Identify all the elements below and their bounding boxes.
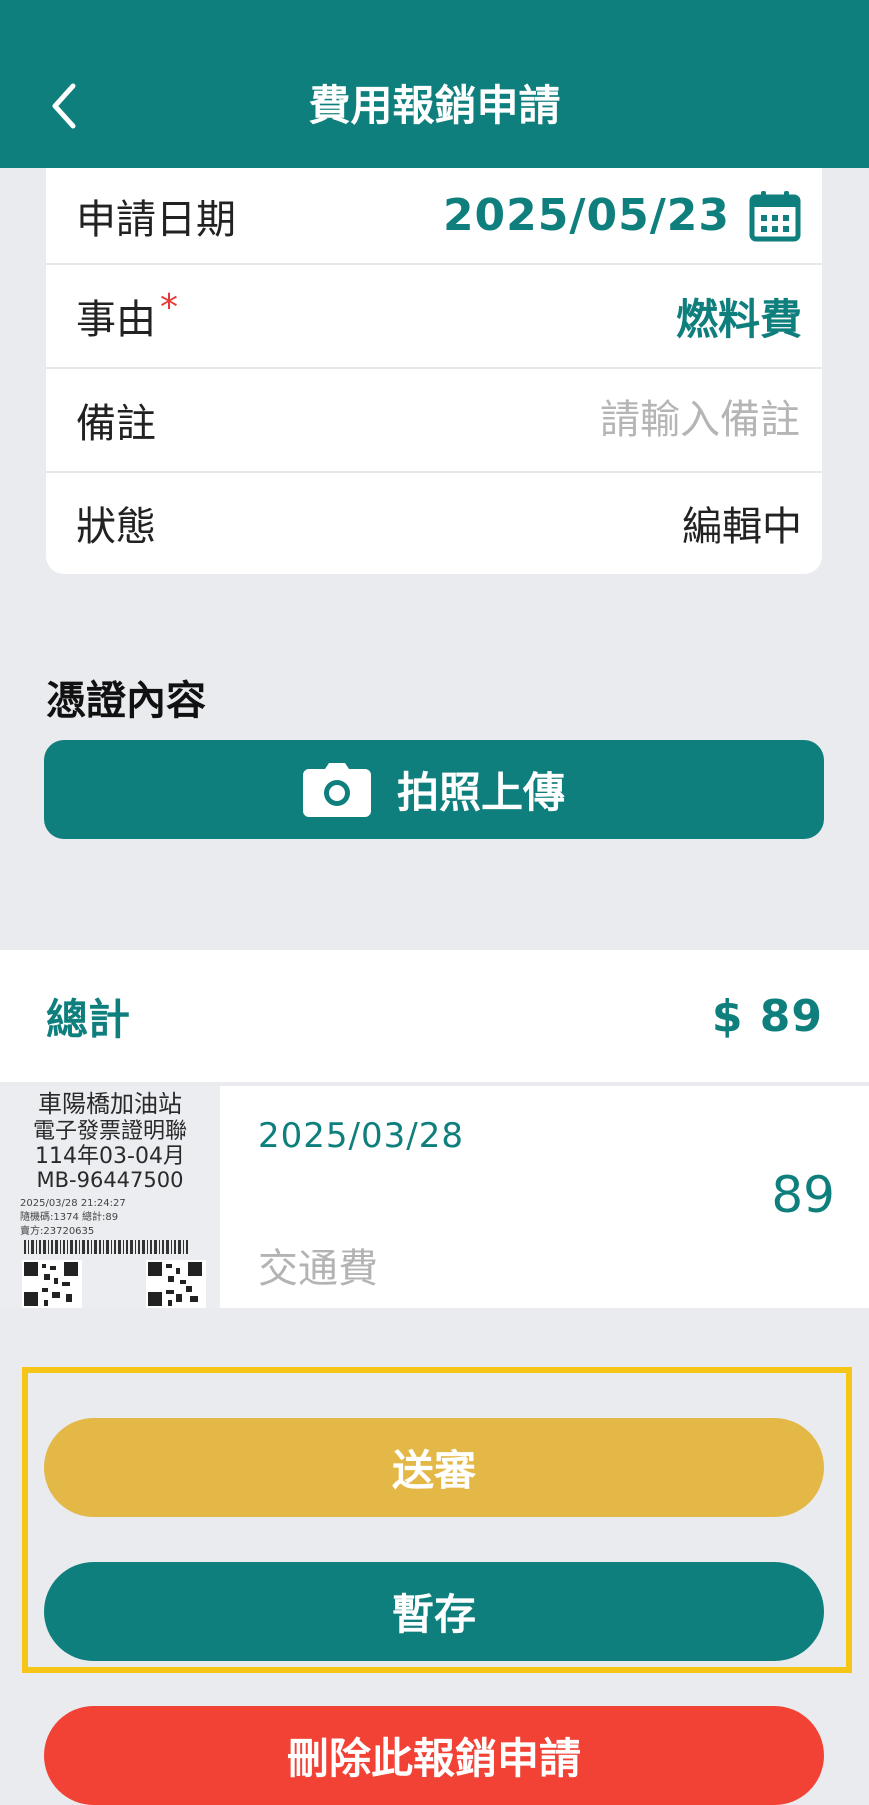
reason-label: 事由 * <box>76 287 178 343</box>
calendar-icon[interactable] <box>748 189 802 243</box>
required-mark: * <box>160 287 178 328</box>
date-row[interactable]: 申請日期 2025/05/23 <box>46 168 822 265</box>
receipt-image: 車陽橋加油站 電子發票證明聯 114年03-04月 MB-96447500 20… <box>0 1086 220 1308</box>
application-info-card: 申請日期 2025/05/23 事由* 燃料費 備註 狀態 編輯中 <box>46 168 822 574</box>
total-summary: 總計 $ 89 <box>0 950 869 1082</box>
receipt-thumbnail[interactable]: 車陽橋加油站 電子發票證明聯 114年03-04月 MB-96447500 20… <box>0 1086 220 1308</box>
status-value: 編輯中 <box>682 503 802 550</box>
item-amount: 89 <box>771 1166 835 1224</box>
svg-text:114年03-04月: 114年03-04月 <box>35 1144 185 1169</box>
photo-upload-label: 拍照上傳 <box>396 768 565 817</box>
svg-text:2025/03/28 21:24:27: 2025/03/28 21:24:27 <box>20 1198 126 1209</box>
svg-text:賣方:23720635: 賣方:23720635 <box>20 1224 94 1237</box>
svg-text:車陽橋加油站: 車陽橋加油站 <box>38 1090 182 1118</box>
page-title: 費用報銷申請 <box>308 81 561 130</box>
date-value[interactable]: 2025/05/23 <box>443 190 730 241</box>
status-label: 狀態 <box>76 503 156 550</box>
photo-upload-button[interactable]: 拍照上傳 <box>44 740 824 839</box>
camera-icon <box>302 762 371 817</box>
reason-row[interactable]: 事由 * 燃料費 <box>46 265 822 369</box>
status-row: 狀態 編輯中 <box>46 473 822 572</box>
note-label: 備註 <box>76 401 156 447</box>
svg-text:MB-96447500: MB-96447500 <box>37 1168 184 1192</box>
save-draft-button[interactable]: 暫存 <box>44 1562 824 1661</box>
item-date: 2025/03/28 <box>258 1116 464 1156</box>
item-category: 交通費 <box>258 1246 378 1292</box>
total-value: $ 89 <box>711 990 823 1042</box>
total-label: 總計 <box>46 994 131 1044</box>
note-input[interactable] <box>378 396 802 444</box>
reason-value[interactable]: 燃料費 <box>676 286 802 347</box>
delete-application-button[interactable]: 刪除此報銷申請 <box>44 1706 824 1805</box>
submit-button[interactable]: 送審 <box>44 1418 824 1517</box>
date-label: 申請日期 <box>76 196 236 243</box>
voucher-section-title: 憑證內容 <box>46 678 206 724</box>
expense-item[interactable]: 車陽橋加油站 電子發票證明聯 114年03-04月 MB-96447500 20… <box>0 1086 869 1308</box>
svg-text:電子發票證明聯: 電子發票證明聯 <box>33 1119 187 1144</box>
note-row: 備註 <box>46 369 822 473</box>
svg-text:隨機碼:1374 總計:89: 隨機碼:1374 總計:89 <box>20 1210 118 1223</box>
app-header: 費用報銷申請 <box>0 0 869 168</box>
